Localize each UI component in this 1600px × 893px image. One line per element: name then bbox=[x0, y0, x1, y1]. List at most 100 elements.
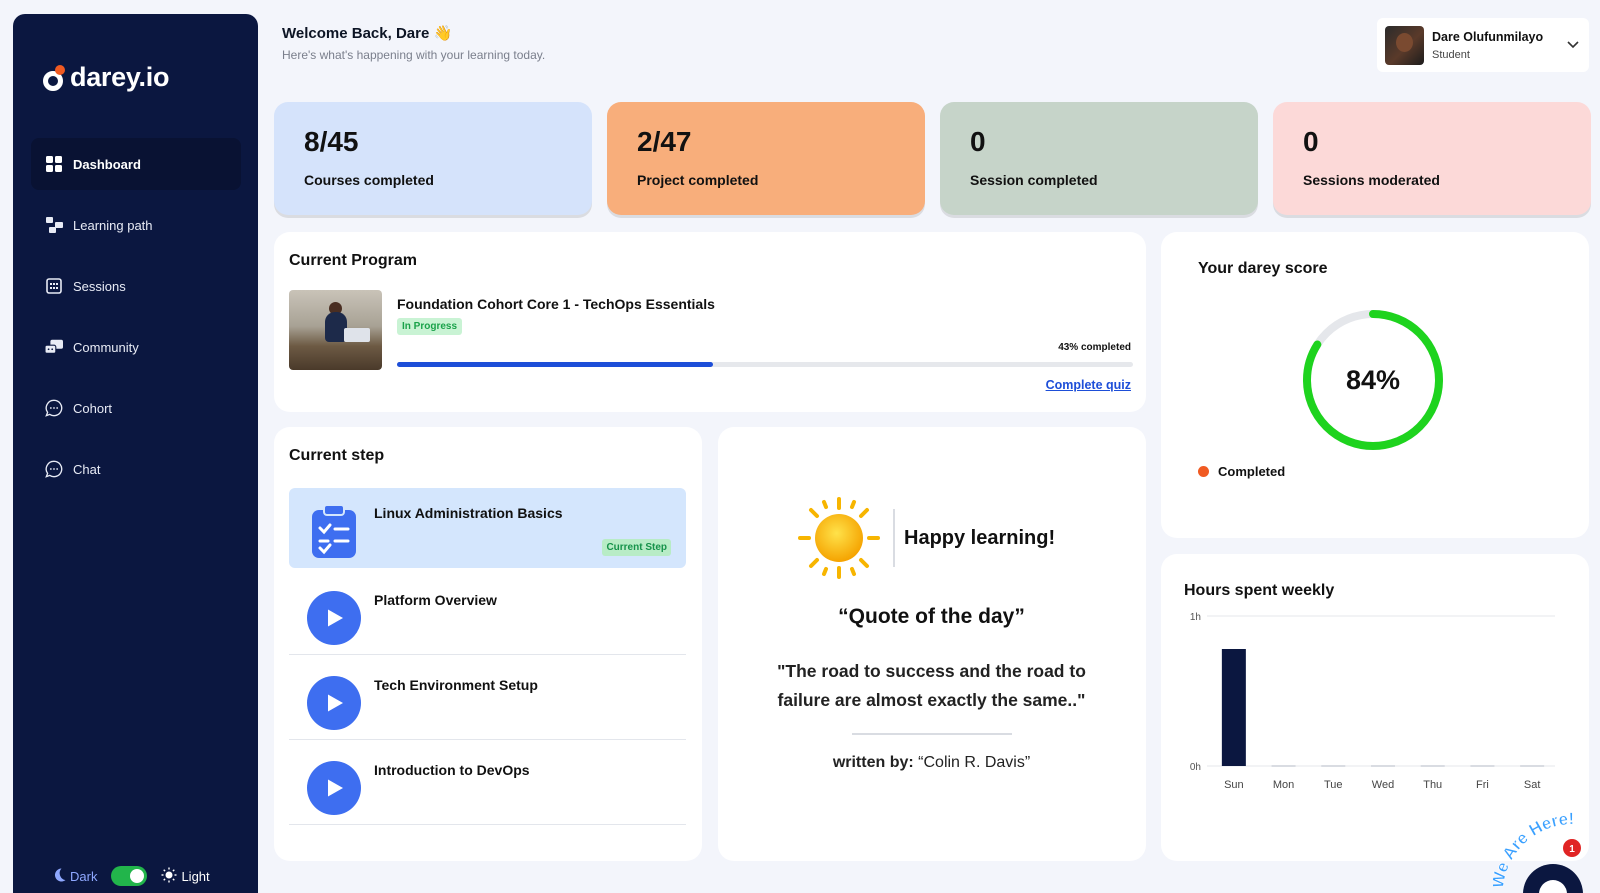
x-tick-label: Sat bbox=[1524, 779, 1541, 791]
sidebar-item-label: Sessions bbox=[73, 278, 126, 294]
step-item[interactable]: Tech Environment Setup bbox=[289, 660, 686, 740]
score-value: 84% bbox=[1345, 364, 1401, 395]
progress-bar bbox=[397, 362, 1133, 367]
light-mode-label[interactable]: Light bbox=[181, 869, 209, 884]
stat-card-sessions: 0 Session completed bbox=[940, 102, 1258, 215]
author-name: “Colin R. Davis” bbox=[918, 754, 1031, 771]
sidebar-item-label: Community bbox=[73, 339, 139, 355]
sidebar-item-learning-path[interactable]: Learning path bbox=[31, 199, 241, 251]
clipboard-icon bbox=[307, 504, 361, 558]
legend-dot bbox=[1198, 466, 1209, 477]
step-title: Linux Administration Basics bbox=[374, 505, 563, 521]
step-item[interactable]: Introduction to DevOps bbox=[289, 745, 686, 825]
play-icon bbox=[307, 591, 361, 645]
bar-sun bbox=[1221, 649, 1246, 766]
avatar bbox=[1385, 25, 1424, 65]
chat-bubble-icon bbox=[45, 460, 63, 478]
sidebar-item-chat[interactable]: Chat bbox=[31, 443, 241, 495]
logo[interactable]: darey.io bbox=[43, 62, 169, 93]
x-tick-label: Sun bbox=[1224, 779, 1244, 791]
section-title: Current step bbox=[289, 447, 385, 464]
chevron-down-icon[interactable] bbox=[1567, 38, 1579, 52]
quote-heading: “Quote of the day” bbox=[838, 605, 1025, 628]
calendar-icon bbox=[45, 277, 63, 295]
current-step-card: Current step Linux Administration Basics… bbox=[274, 427, 702, 861]
status-badge: In Progress bbox=[397, 318, 463, 335]
step-title: Platform Overview bbox=[374, 592, 497, 608]
community-icon bbox=[45, 338, 63, 356]
logo-icon bbox=[43, 64, 65, 91]
user-role: Student bbox=[1432, 48, 1470, 61]
y-tick-label: 0h bbox=[1190, 762, 1201, 773]
stat-value: 0 bbox=[970, 126, 986, 157]
section-title: Your darey score bbox=[1198, 260, 1328, 277]
x-tick-label: Tue bbox=[1324, 779, 1343, 791]
quote-author: written by: “Colin R. Davis” bbox=[718, 754, 1145, 772]
sun-icon bbox=[798, 497, 880, 584]
theme-toggle[interactable] bbox=[111, 866, 148, 886]
stat-value: 2/47 bbox=[637, 126, 692, 157]
complete-quiz-link[interactable]: Complete quiz bbox=[1046, 378, 1131, 392]
divider bbox=[852, 733, 1012, 735]
score-legend: Completed bbox=[1198, 464, 1285, 479]
play-icon bbox=[307, 676, 361, 730]
legend-label: Completed bbox=[1218, 464, 1286, 479]
stat-label: Sessions moderated bbox=[1303, 172, 1440, 188]
stat-label: Session completed bbox=[970, 172, 1098, 188]
sidebar-item-label: Cohort bbox=[73, 400, 113, 416]
user-menu[interactable]: Dare Olufunmilayo Student bbox=[1377, 18, 1589, 72]
x-tick-label: Wed bbox=[1372, 779, 1394, 791]
play-icon bbox=[307, 761, 361, 815]
path-icon bbox=[45, 216, 63, 234]
x-tick-label: Thu bbox=[1423, 779, 1442, 791]
stat-value: 0 bbox=[1303, 126, 1319, 157]
x-tick-label: Mon bbox=[1273, 779, 1294, 791]
author-prefix: written by: bbox=[832, 754, 914, 771]
welcome-title: Welcome Back, Dare 👋 bbox=[282, 25, 453, 42]
stat-card-moderated: 0 Sessions moderated bbox=[1273, 102, 1591, 215]
program-thumbnail[interactable] bbox=[289, 290, 382, 370]
welcome-header: Welcome Back, Dare 👋 Here's what's happe… bbox=[282, 24, 545, 62]
step-title: Introduction to DevOps bbox=[374, 762, 530, 778]
y-tick-label: 1h bbox=[1190, 612, 1201, 623]
sidebar-item-label: Dashboard bbox=[73, 156, 141, 172]
step-item[interactable]: Platform Overview bbox=[289, 575, 686, 655]
sidebar-item-cohort[interactable]: Cohort bbox=[31, 382, 241, 434]
sidebar-item-dashboard[interactable]: Dashboard bbox=[31, 138, 241, 190]
section-title: Current Program bbox=[289, 252, 418, 269]
quote-card: Happy learning! “Quote of the day” "The … bbox=[718, 427, 1146, 861]
sidebar-item-community[interactable]: Community bbox=[31, 321, 241, 373]
sidebar-nav: Dashboard Learning path Sessions Communi… bbox=[31, 138, 241, 504]
stat-value: 8/45 bbox=[304, 126, 359, 157]
step-title: Tech Environment Setup bbox=[374, 677, 538, 693]
moon-icon bbox=[51, 867, 67, 886]
stat-card-courses: 8/45 Courses completed bbox=[274, 102, 592, 215]
stat-label: Project completed bbox=[637, 172, 759, 188]
progress-fill bbox=[397, 362, 714, 367]
step-item-current[interactable]: Linux Administration Basics Current Step bbox=[289, 488, 686, 568]
stat-label: Courses completed bbox=[304, 172, 434, 188]
dark-mode-label[interactable]: Dark bbox=[70, 869, 97, 884]
quote-text: "The road to success and the road to fai… bbox=[777, 661, 1086, 710]
chat-widget[interactable]: We Are Here! 1 bbox=[1493, 812, 1600, 893]
sun-icon bbox=[161, 867, 177, 886]
theme-switcher: Dark Light bbox=[51, 866, 210, 886]
sidebar: darey.io Dashboard Learning path Session… bbox=[13, 14, 258, 893]
current-step-badge: Current Step bbox=[602, 539, 671, 556]
user-name: Dare Olufunmilayo bbox=[1432, 29, 1544, 44]
unread-count: 1 bbox=[1569, 844, 1575, 855]
chat-bubble-icon bbox=[45, 399, 63, 417]
greeting-text: Happy learning! bbox=[904, 527, 1056, 549]
current-program-card: Current Program Foundation Cohort Core 1… bbox=[274, 232, 1146, 412]
darey-score-card: Your darey score 84% Completed bbox=[1161, 232, 1589, 538]
progress-label: 43% completed bbox=[1058, 342, 1131, 353]
divider bbox=[893, 509, 895, 567]
welcome-subtitle: Here's what's happening with your learni… bbox=[282, 48, 546, 62]
sidebar-item-label: Learning path bbox=[73, 217, 153, 233]
x-tick-label: Fri bbox=[1476, 779, 1489, 791]
stat-card-projects: 2/47 Project completed bbox=[607, 102, 925, 215]
program-name[interactable]: Foundation Cohort Core 1 - TechOps Essen… bbox=[397, 296, 715, 312]
logo-text: darey.io bbox=[70, 62, 170, 92]
sidebar-item-sessions[interactable]: Sessions bbox=[31, 260, 241, 312]
sidebar-item-label: Chat bbox=[73, 461, 101, 477]
